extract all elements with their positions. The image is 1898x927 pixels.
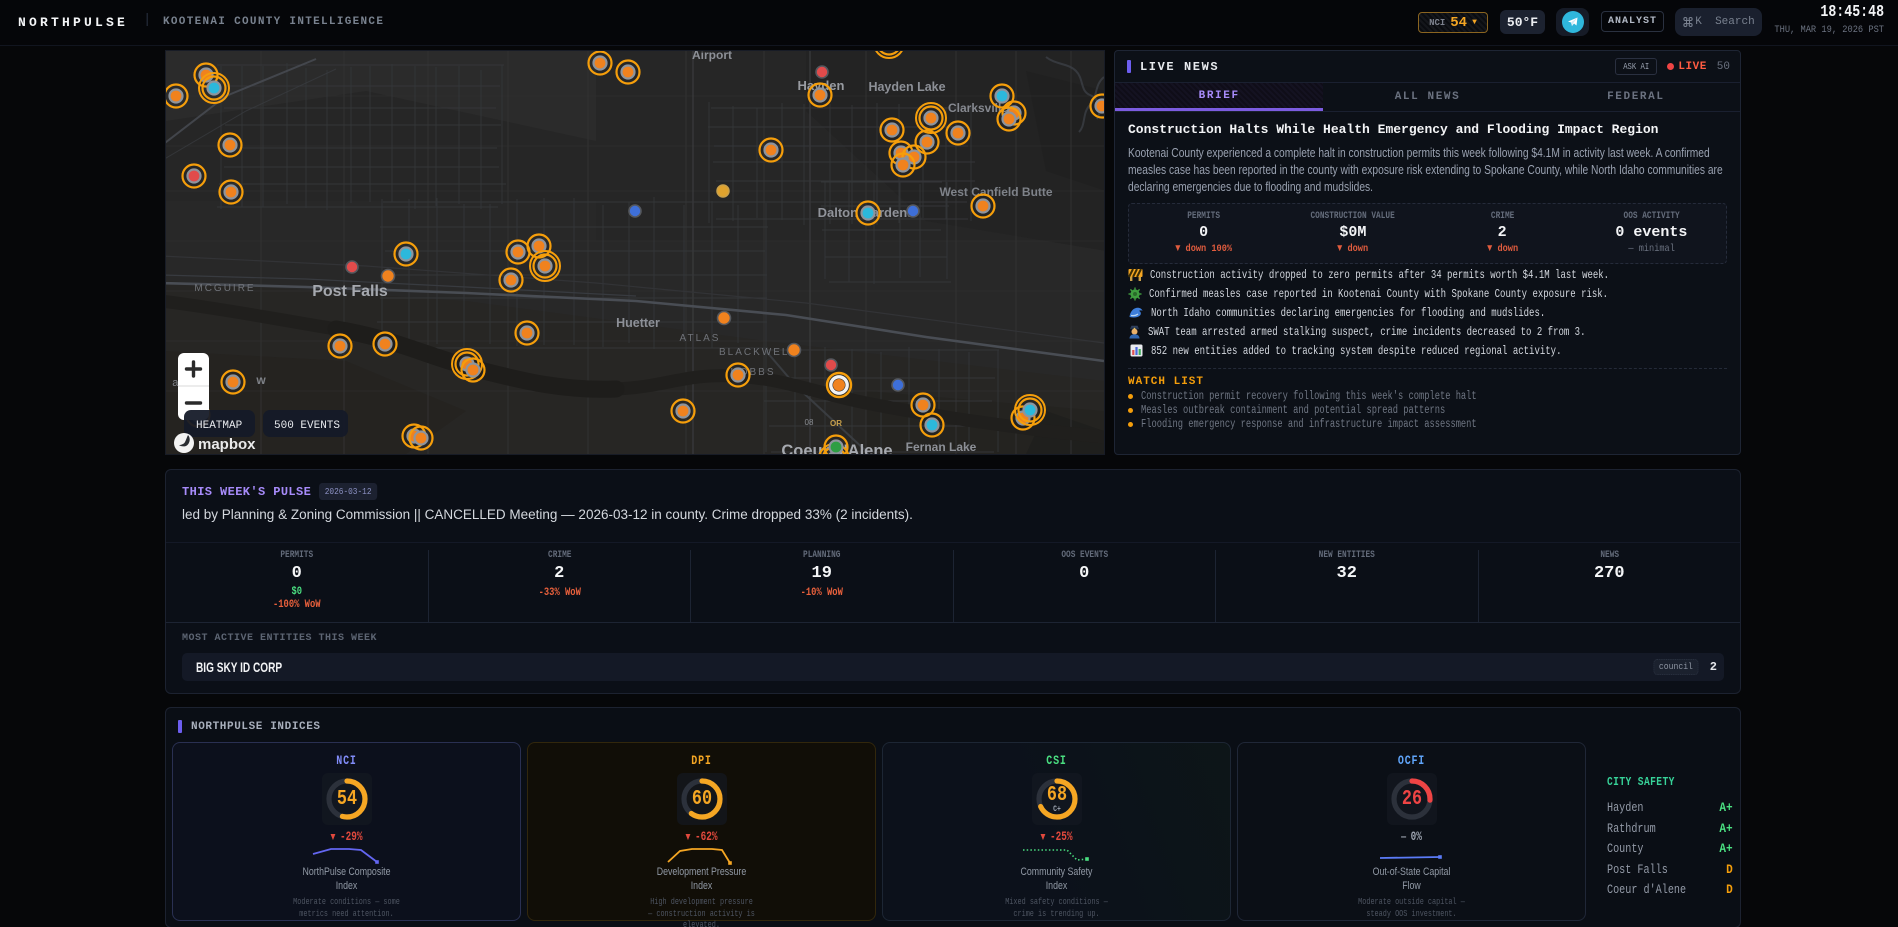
svg-text:Huetter: Huetter <box>616 316 660 330</box>
svg-text:w: w <box>255 373 266 387</box>
svg-text:500 EVENTS: 500 EVENTS <box>274 420 340 432</box>
svg-text:Fernan Lake: Fernan Lake <box>906 440 977 454</box>
svg-text:Hayden Lake: Hayden Lake <box>868 80 945 94</box>
svg-text:OR: OR <box>830 419 842 428</box>
svg-text:Post Falls: Post Falls <box>312 283 388 300</box>
svg-text:MCGUIRE: MCGUIRE <box>194 283 255 294</box>
svg-text:Airport: Airport <box>692 51 732 62</box>
svg-text:West Canfield Butte: West Canfield Butte <box>939 185 1052 199</box>
svg-text:BLACKWELL: BLACKWELL <box>719 347 797 358</box>
svg-text:HEATMAP: HEATMAP <box>196 420 243 432</box>
svg-text:mapbox: mapbox <box>198 436 256 453</box>
svg-text:08: 08 <box>805 418 814 427</box>
svg-text:ATLAS: ATLAS <box>680 333 721 344</box>
